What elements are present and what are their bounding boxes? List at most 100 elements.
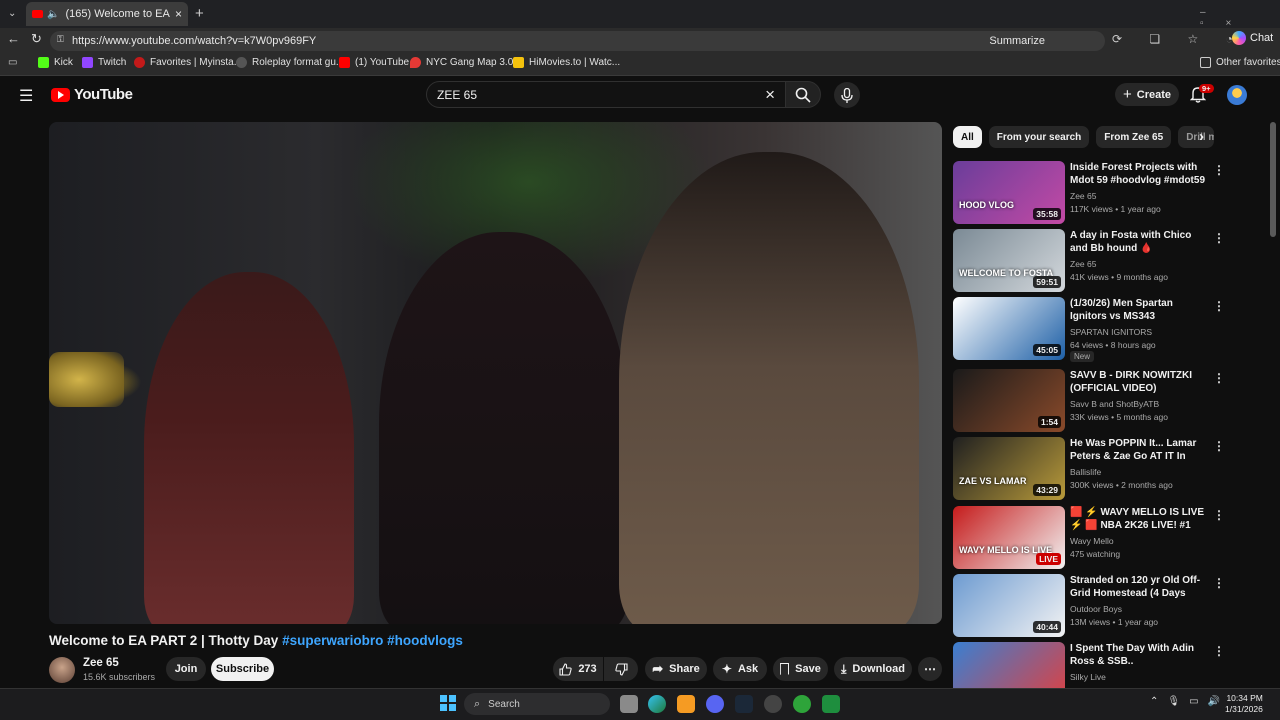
more-options-icon[interactable]: ⋮ [1213,231,1225,245]
video-thumbnail[interactable]: 40:44 [953,574,1065,637]
video-thumbnail[interactable]: 45:05 [953,297,1065,360]
recommended-channel-name[interactable]: Zee 65 [1070,258,1210,271]
voice-search-button[interactable] [834,82,860,108]
more-options-icon[interactable]: ⋮ [1213,508,1225,522]
task-view-icon[interactable] [620,695,638,713]
recommended-video[interactable]: WAVY MELLO IS LIVE LIVE 🟥 ⚡ WAVY MELLO IS … [953,506,1253,570]
subscribe-button[interactable]: Subscribe [211,657,274,681]
video-thumbnail[interactable]: ZAE VS LAMAR 43:29 [953,437,1065,500]
more-options-icon[interactable]: ⋮ [1213,576,1225,590]
video-thumbnail[interactable]: WELCOME TO FOSTA 59:51 [953,229,1065,292]
video-thumbnail[interactable]: 1:54 [953,369,1065,432]
recommended-video-title[interactable]: I Spent The Day With Adin Ross & SSB.. [1070,642,1205,668]
chip-all[interactable]: All [953,126,982,148]
more-actions-button[interactable]: ⋯ [918,657,942,681]
bookmark-twitch[interactable]: Twitch [82,57,126,68]
scrollbar-thumb[interactable] [1270,122,1276,237]
account-avatar[interactable] [1227,85,1247,105]
window-controls[interactable]: –▫× [1200,7,1280,29]
more-options-icon[interactable]: ⋮ [1213,299,1225,313]
channel-avatar[interactable] [49,657,75,683]
address-bar[interactable]: https://www.youtube.com/watch?v=k7W0pv96… [50,31,1105,51]
join-button[interactable]: Join [166,657,206,681]
like-button[interactable]: 273 [553,657,603,681]
recommended-video-title[interactable]: A day in Fosta with Chico and Bb hound 🩸… [1070,229,1205,255]
recommended-video-title[interactable]: (1/30/26) Men Spartan Ignitors vs MS343 [1070,297,1205,323]
chip-drill[interactable]: Drill m [1178,126,1215,148]
recommended-channel-name[interactable]: Savv B and ShotByATB [1070,398,1210,411]
edge-icon[interactable] [648,695,666,713]
recommended-channel-name[interactable]: SPARTAN IGNITORS [1070,326,1210,339]
more-options-icon[interactable]: ⋮ [1213,644,1225,658]
clear-search-icon[interactable]: × [765,85,775,105]
recommended-channel-name[interactable]: Outdoor Boys [1070,603,1210,616]
video-thumbnail[interactable]: WAVY MELLO IS LIVE LIVE [953,506,1065,569]
discord-icon[interactable] [706,695,724,713]
video-player[interactable] [49,122,942,624]
bookmark-instagram[interactable]: Favorites | Myinsta... [134,57,242,68]
recommended-video[interactable]: WELCOME TO FOSTA 59:51 A day in Fosta with… [953,229,1253,293]
recommended-video[interactable]: ZAE VS LAMAR 43:29 He Was POPPIN It... Lam… [953,437,1253,501]
recommended-video-title[interactable]: Stranded on 120 yr Old Off-Grid Homestea… [1070,574,1205,600]
recommended-video-title[interactable]: 🟥 ⚡ WAVY MELLO IS LIVE ⚡ 🟥 NBA 2K26 LIVE… [1070,506,1205,532]
chip-from-zee-65[interactable]: From Zee 65 [1096,126,1172,148]
tab-list-icon[interactable]: ⌄ [8,8,16,19]
recommended-channel-name[interactable]: Zee 65 [1070,190,1210,203]
search-button[interactable] [785,81,821,108]
recommended-channel-name[interactable]: Ballislife [1070,466,1210,479]
bookmark-himovies[interactable]: HiMovies.to | Watc... [513,57,620,68]
recommended-video-title[interactable]: SAVV B - DIRK NOWITZKI (OFFICIAL VIDEO) [1070,369,1205,395]
recommended-video[interactable]: 40:44 Stranded on 120 yr Old Off-Grid Hom… [953,574,1253,638]
speaker-icon[interactable]: 🔈 [47,9,59,20]
notifications-button[interactable]: 9+ [1189,84,1214,108]
dislike-button[interactable] [604,657,638,681]
other-favorites[interactable]: Other favorites [1200,57,1280,68]
chip-from-your-search[interactable]: From your search [988,126,1090,148]
chips-next-icon[interactable]: › [1199,128,1204,145]
create-label: Create [1136,88,1171,101]
more-options-icon[interactable]: ⋮ [1213,163,1225,177]
system-tray-icons[interactable]: ⌃🎙▭🔊 [1150,696,1229,707]
download-button[interactable]: ⤓ Download [834,657,912,681]
taskbar-search[interactable]: ⌕ Search [464,693,610,715]
new-tab-icon[interactable]: + [195,5,204,22]
summarize-button[interactable]: Summarize [989,35,1045,47]
save-button[interactable]: Save [773,657,828,681]
recommended-video[interactable]: HOOD VLOG 35:58 Inside Forest Projects wit… [953,161,1253,225]
bookmark-roleplay[interactable]: Roleplay format gu... [236,57,344,68]
refresh-icon[interactable]: ↻ [31,31,42,47]
recommended-video[interactable]: 1:54 SAVV B - DIRK NOWITZKI (OFFICIAL VID… [953,369,1253,433]
browser-tab-active[interactable]: 🔈 (165) Welcome to EA PART 2 × [26,2,188,26]
channel-name[interactable]: Zee 65 [83,657,119,669]
tab-close-icon[interactable]: × [175,7,182,21]
recommended-video[interactable]: 45:05 (1/30/26) Men Spartan Ignitors vs M… [953,297,1253,362]
bookmark-kick[interactable]: Kick [38,57,73,68]
recommended-channel-name[interactable]: Wavy Mello [1070,535,1210,548]
app-icon-orange[interactable] [677,695,695,713]
recommended-video-title[interactable]: Inside Forest Projects with Mdot 59 #hoo… [1070,161,1205,187]
youtube-logo[interactable]: YouTube [51,86,133,103]
taskbar-clock[interactable]: 10:34 PM 1/31/2026 [1225,693,1263,715]
ask-button[interactable]: ✦ Ask [713,657,767,681]
back-icon[interactable]: ← [7,31,20,46]
recommended-video-title[interactable]: He Was POPPIN It... Lamar Peters & Zae G… [1070,437,1205,463]
app-icon-notify[interactable] [764,695,782,713]
hamburger-menu-icon[interactable]: ☰ [19,86,33,106]
sidebar-toggle-icon[interactable]: ▭ [8,57,17,68]
sheets-icon[interactable] [822,695,840,713]
copilot-chat-button[interactable]: Chat [1232,31,1273,45]
more-options-icon[interactable]: ⋮ [1213,439,1225,453]
save-label: Save [795,663,821,675]
video-thumbnail[interactable]: HOOD VLOG 35:58 [953,161,1065,224]
video-hashtags[interactable]: #superwariobro #hoodvlogs [282,633,463,648]
search-input[interactable]: ZEE 65 × [426,81,786,108]
bookmark-nyc-gang-map[interactable]: NYC Gang Map 3.0... [410,57,522,68]
bookmark-youtube[interactable]: (1) YouTube [339,57,409,68]
more-options-icon[interactable]: ⋮ [1213,371,1225,385]
steam-icon[interactable] [735,695,753,713]
share-button[interactable]: ➦ Share [645,657,707,681]
windows-start-icon[interactable] [440,695,456,711]
recommended-channel-name[interactable]: Silky Live [1070,671,1210,684]
create-button[interactable]: + Create [1115,83,1179,106]
xbox-icon[interactable] [793,695,811,713]
